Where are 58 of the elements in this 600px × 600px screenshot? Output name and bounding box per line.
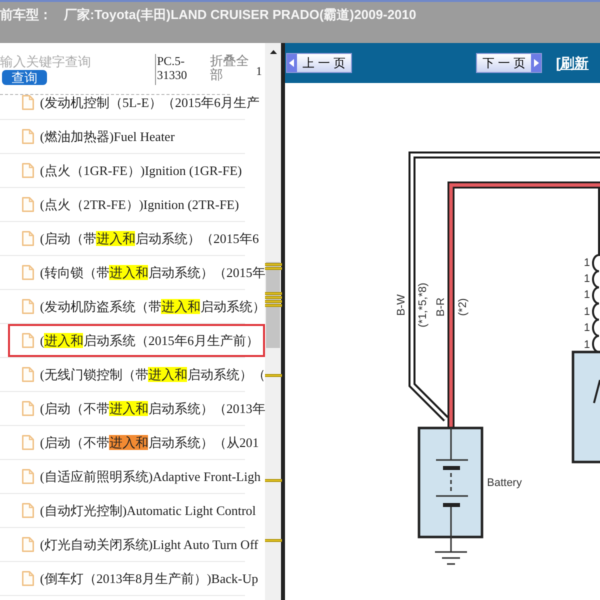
- vehicle-name: 厂家:Toyota(丰田)LAND CRUISER PRADO(霸道)2009-2010: [64, 6, 416, 24]
- document-icon: [22, 265, 34, 280]
- document-icon: [22, 129, 34, 144]
- tree-item[interactable]: (点火（2TR-FE）)Ignition (2TR-FE): [8, 188, 265, 221]
- battery-label: Battery: [487, 477, 522, 489]
- scrollbar-marker-icon: [265, 374, 282, 377]
- document-icon: [22, 503, 34, 518]
- arrow-left-icon: [287, 54, 297, 72]
- column-text: 1: [256, 64, 262, 80]
- tree-item[interactable]: (启动（不带进入和启动系统）（从201: [8, 426, 265, 459]
- scrollbar-marker-icon: [265, 539, 282, 542]
- pin-label: 1: [584, 257, 590, 269]
- tree-item[interactable]: (自适应前照明系统)Adaptive Front-Ligh: [8, 460, 265, 493]
- search-field[interactable]: 输入关键字查询: [0, 54, 150, 70]
- wire-label: B-W: [396, 294, 408, 316]
- ground-symbol: [434, 537, 468, 565]
- document-code: PC.5-31330: [157, 54, 188, 82]
- search-button[interactable]: 查询: [2, 70, 47, 85]
- pin-label: 1: [584, 339, 590, 351]
- previous-page-button[interactable]: 上 一 页: [286, 53, 352, 73]
- tree-item[interactable]: (倒车灯（2013年8月生产前）)Back-Up: [8, 562, 265, 595]
- document-icon: [22, 299, 34, 314]
- pin-label: 1: [584, 289, 590, 301]
- tree-item[interactable]: (无线门锁控制（带进入和启动系统）（: [8, 358, 265, 391]
- tree-item[interactable]: (自动灯光控制)Automatic Light Control: [8, 494, 265, 527]
- caret-up-icon[interactable]: [270, 50, 276, 54]
- document-icon: [22, 231, 34, 246]
- document-icon: [22, 333, 34, 348]
- tree-item[interactable]: (发动机控制（5L-E）（2015年6月生产: [8, 95, 265, 119]
- tree-item[interactable]: (燃油加热器)Fuel Heater: [8, 120, 265, 153]
- wire-note: (*2): [457, 298, 469, 316]
- document-icon: [22, 95, 34, 110]
- document-icon: [22, 163, 34, 178]
- pin-label: 1: [584, 322, 590, 334]
- tree-item[interactable]: (点火（1GR-FE）)Ignition (1GR-FE): [8, 154, 265, 187]
- tree-item[interactable]: (发动机防盗系统（带进入和启动系统）: [8, 290, 265, 323]
- next-page-button[interactable]: 下 一 页: [476, 53, 542, 73]
- document-icon: [22, 197, 34, 212]
- document-icon: [22, 435, 34, 450]
- wire-label: B-R: [435, 298, 447, 316]
- document-icon: [22, 401, 34, 416]
- pin-label: 1: [584, 306, 590, 318]
- collapse-all-link[interactable]: 折叠全部: [210, 54, 250, 82]
- arrow-right-icon: [531, 54, 541, 72]
- tree-item[interactable]: (启动（不带进入和启动系统）（2013年: [8, 392, 265, 425]
- document-icon: [22, 367, 34, 382]
- tree-item[interactable]: (灯光自动关闭系统)Light Auto Turn Off: [8, 528, 265, 561]
- wire-note: (*1,*5,*8): [417, 282, 429, 328]
- scrollbar-marker-icon: [265, 479, 282, 482]
- tree-item[interactable]: (启动（带进入和启动系统）（2015年6: [8, 222, 265, 255]
- document-icon: [22, 469, 34, 484]
- document-icon: [22, 537, 34, 552]
- document-icon: [22, 571, 34, 586]
- scrollbar[interactable]: [265, 43, 281, 600]
- vehicle-label: 前车型：: [0, 6, 52, 24]
- tree-item[interactable]: (转向锁（带进入和启动系统）（2015年: [8, 256, 265, 289]
- refresh-link[interactable]: [刷新: [556, 52, 589, 74]
- pin-label: 1: [584, 273, 590, 285]
